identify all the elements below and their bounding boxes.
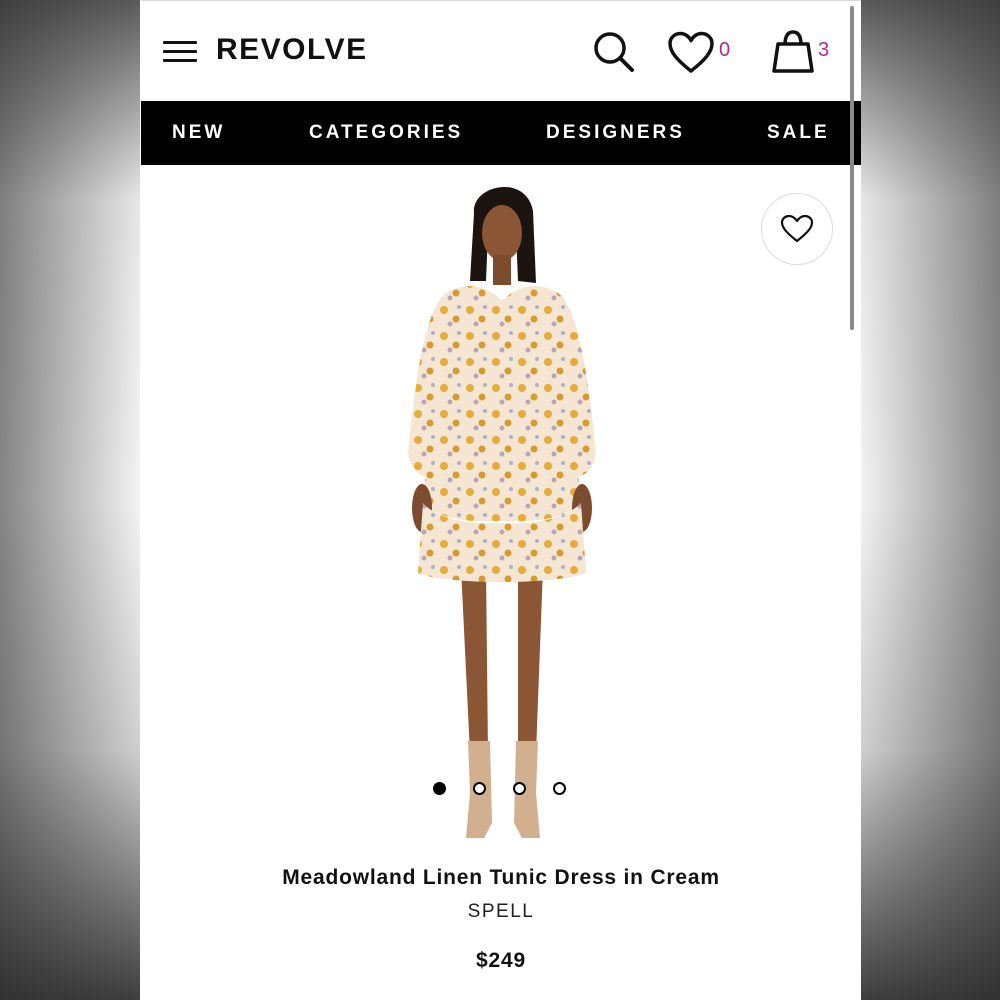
background-blur-right — [860, 0, 1000, 1000]
scrollbar[interactable] — [850, 6, 854, 330]
save-to-wishlist-button[interactable] — [761, 193, 833, 265]
background-blur-left — [0, 0, 140, 1000]
product-brand[interactable]: SPELL — [141, 901, 861, 923]
nav-item-new[interactable]: NEW — [172, 122, 225, 144]
site-logo[interactable]: REVOLVE — [216, 33, 368, 67]
site-header: REVOLVE 0 3 — [141, 0, 861, 101]
nav-item-categories[interactable]: CATEGORIES — [309, 122, 463, 144]
carousel-dot[interactable] — [513, 782, 526, 795]
nav-item-designers[interactable]: DESIGNERS — [546, 122, 685, 144]
search-icon[interactable] — [591, 29, 637, 75]
product-image — [408, 186, 596, 838]
mobile-screen: REVOLVE 0 3 NEW CATEGORIES DESIGNERS SAL… — [141, 0, 861, 1000]
nav-item-sale[interactable]: SALE — [767, 122, 830, 144]
carousel-dot[interactable] — [473, 782, 486, 795]
product-price: $249 — [476, 949, 526, 972]
wishlist-count: 0 — [719, 39, 731, 61]
hamburger-menu-icon[interactable] — [163, 41, 197, 63]
product-image-gallery[interactable] — [141, 165, 861, 855]
wishlist-heart-icon[interactable] — [667, 31, 715, 75]
carousel-dot[interactable] — [553, 782, 566, 795]
main-navigation: NEW CATEGORIES DESIGNERS SALE — [141, 101, 861, 165]
heart-outline-icon — [780, 214, 814, 243]
carousel-indicators — [433, 782, 573, 798]
carousel-dot[interactable] — [433, 782, 446, 795]
shopping-bag-icon[interactable] — [771, 29, 815, 75]
product-title: Meadowland Linen Tunic Dress in Cream — [282, 866, 720, 889]
bag-count: 3 — [818, 39, 830, 61]
